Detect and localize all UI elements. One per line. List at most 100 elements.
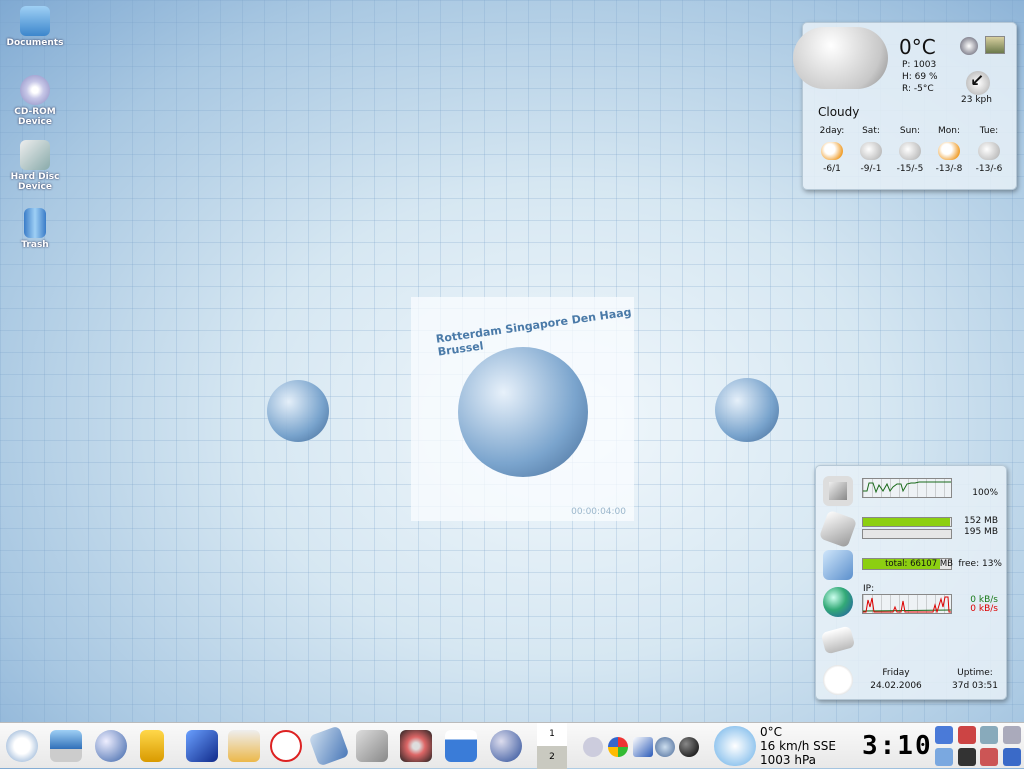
typewriter-icon[interactable] bbox=[445, 730, 477, 762]
cpu-graph bbox=[862, 478, 952, 498]
globe-center bbox=[458, 347, 588, 477]
monitor-icon[interactable] bbox=[1003, 748, 1021, 766]
text-editor-icon[interactable] bbox=[356, 730, 388, 762]
messenger-icon[interactable] bbox=[140, 730, 164, 762]
cdrom-icon bbox=[20, 75, 50, 105]
package-icon[interactable] bbox=[980, 748, 998, 766]
cpu-value: 100% bbox=[972, 488, 998, 498]
storage-icon[interactable] bbox=[1003, 726, 1021, 744]
forecast-temps: -9/-1 bbox=[860, 164, 882, 174]
globe-left bbox=[267, 380, 329, 442]
memory-value: 152 MB bbox=[964, 516, 998, 526]
usb-drive-icon bbox=[20, 140, 50, 170]
clock[interactable]: 3:10 bbox=[862, 731, 933, 761]
forecast-temps: -13/-6 bbox=[975, 164, 1003, 174]
forecast-label: Sat: bbox=[862, 126, 880, 136]
snow-cloud-icon bbox=[860, 142, 882, 160]
clock-icon bbox=[823, 665, 853, 695]
real-feel: R: -5°C bbox=[902, 84, 934, 94]
forecast-label: Tue: bbox=[979, 126, 999, 136]
screensaver-preview: Rotterdam Singapore Den Haag Brussel 00:… bbox=[411, 297, 634, 521]
desktop-icon-trash[interactable]: Trash bbox=[4, 208, 66, 250]
weather-widget[interactable]: 0°C P: 1003 H: 69 % R: -5°C 23 kph Cloud… bbox=[793, 22, 1017, 190]
desktop-pager: 1 2 bbox=[537, 723, 567, 769]
disk-total: total: 66107 MB bbox=[885, 559, 953, 569]
forecast-temps: -13/-8 bbox=[935, 164, 963, 174]
forecast-label: Mon: bbox=[937, 126, 960, 136]
memory-bar bbox=[862, 517, 952, 527]
mail-row bbox=[816, 621, 1008, 657]
wind-speed: 23 kph bbox=[961, 95, 992, 105]
date: 24.02.2006 bbox=[870, 681, 922, 691]
globe-icon[interactable] bbox=[960, 37, 978, 55]
humidity: H: 69 % bbox=[902, 72, 938, 82]
kde-menu-icon[interactable] bbox=[6, 730, 38, 762]
desktop-icon-documents[interactable]: Documents bbox=[4, 6, 66, 48]
disk-row: total: 66107 MB free: 13% bbox=[816, 546, 1008, 582]
temperature: 0°C bbox=[899, 35, 936, 59]
snow-cloud-icon bbox=[899, 142, 921, 160]
forecast-temps: -6/1 bbox=[823, 164, 841, 174]
desktop-icon-cdrom[interactable]: CD-ROM Device bbox=[4, 75, 66, 127]
tray-wind: 16 km/h SSE bbox=[760, 739, 837, 753]
taskbar: 1 2 0°C 16 km/h SSE 1003 hPa 3:10 bbox=[0, 722, 1024, 769]
browser-globe-icon[interactable] bbox=[95, 730, 127, 762]
uptime-label: Uptime: bbox=[957, 668, 993, 678]
pdf-reader-icon[interactable] bbox=[270, 730, 302, 762]
screensaver-time: 00:00:04:00 bbox=[571, 507, 626, 517]
memory-bar-fill bbox=[863, 518, 951, 526]
pager-desktop-1[interactable]: 1 bbox=[537, 723, 567, 746]
network-row: IP: 0 kB/s 0 kB/s bbox=[816, 583, 1008, 619]
bomb-icon[interactable] bbox=[679, 737, 699, 757]
forecast-day: 2day: -6/1 bbox=[812, 126, 852, 174]
network-graph-lines bbox=[862, 596, 952, 614]
globe-right bbox=[715, 378, 779, 442]
disk-free: free: 13% bbox=[958, 559, 1002, 569]
weather-tray-text[interactable]: 0°C 16 km/h SSE 1003 hPa bbox=[760, 725, 836, 767]
weather-tray-icon[interactable] bbox=[714, 726, 756, 766]
network-share-icon[interactable] bbox=[228, 730, 260, 762]
bluetooth-tray-icon[interactable] bbox=[633, 737, 653, 757]
terminal-icon[interactable] bbox=[958, 748, 976, 766]
network-globe-icon bbox=[823, 587, 853, 617]
network-globe-icon[interactable] bbox=[490, 730, 522, 762]
cpu-row: 100% bbox=[816, 472, 1008, 508]
amarok-icon[interactable] bbox=[655, 737, 675, 757]
clock-row: Friday 24.02.2006 Uptime: 37d 03:51 bbox=[816, 661, 1008, 697]
day: Friday bbox=[882, 668, 910, 678]
multicolor-tray-icon[interactable] bbox=[608, 737, 628, 757]
cpu-graph-line bbox=[863, 481, 951, 494]
calculator-icon[interactable] bbox=[308, 725, 350, 767]
volume-icon[interactable] bbox=[583, 737, 603, 757]
mail-icon[interactable] bbox=[820, 625, 856, 655]
folder-icon bbox=[20, 6, 50, 36]
harddisk-icon bbox=[823, 550, 853, 580]
pager-desktop-2[interactable]: 2 bbox=[537, 746, 567, 769]
swap-bar bbox=[862, 529, 952, 539]
forecast-day: Tue: -13/-6 bbox=[969, 126, 1009, 174]
desktop-icon-harddisc[interactable]: Hard Disc Device bbox=[4, 140, 66, 192]
tools-icon[interactable] bbox=[958, 726, 976, 744]
sun-cloud-icon bbox=[821, 142, 843, 160]
frog-icon[interactable] bbox=[186, 730, 218, 762]
forecast-temps: -15/-5 bbox=[896, 164, 924, 174]
pressure: P: 1003 bbox=[902, 60, 937, 70]
snow-cloud-icon bbox=[978, 142, 1000, 160]
sun-cloud-icon bbox=[938, 142, 960, 160]
settings-icon[interactable] bbox=[980, 726, 998, 744]
tray-temp: 0°C bbox=[760, 725, 783, 739]
tray-pressure: 1003 hPa bbox=[760, 753, 817, 767]
computer-icon[interactable] bbox=[50, 730, 82, 762]
info-icon[interactable] bbox=[935, 726, 953, 744]
net-out: 0 kB/s bbox=[970, 604, 998, 614]
photo-icon[interactable] bbox=[985, 36, 1005, 54]
wind-direction-icon bbox=[966, 71, 990, 95]
network-icon[interactable] bbox=[935, 748, 953, 766]
uptime: 37d 03:51 bbox=[952, 681, 998, 691]
memory-row: 152 MB 195 MB bbox=[816, 509, 1008, 549]
net-label: IP: bbox=[863, 584, 875, 594]
system-monitor-widget[interactable]: 100% 152 MB 195 MB total: 66107 MB free:… bbox=[815, 465, 1007, 700]
cpu-icon bbox=[823, 476, 853, 506]
swap-value: 195 MB bbox=[964, 527, 998, 537]
cd-burner-icon[interactable] bbox=[400, 730, 432, 762]
